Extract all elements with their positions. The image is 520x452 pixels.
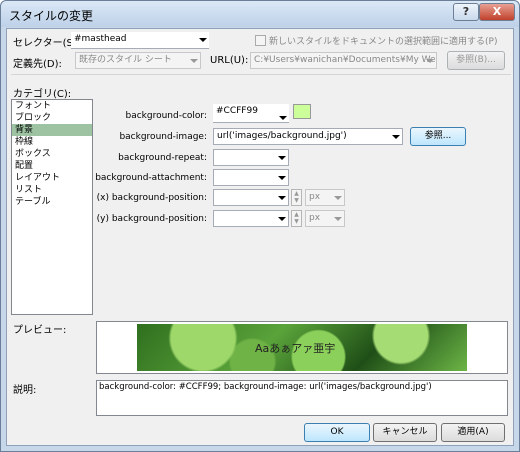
- chevron-down-icon: [278, 217, 286, 221]
- cancel-button[interactable]: キャンセル: [373, 423, 437, 442]
- preview-sample-text: Aaあぁアァ亜宇: [255, 342, 336, 355]
- divider: [11, 74, 511, 75]
- window-title: スタイルの変更: [9, 9, 94, 23]
- spin-up-icon[interactable]: ▲: [292, 211, 301, 218]
- chevron-down-icon: [334, 217, 342, 221]
- chevron-down-icon: [279, 116, 287, 120]
- url-browse-button[interactable]: 参照(B)...: [447, 51, 505, 70]
- chevron-down-icon: [392, 135, 400, 139]
- bg-image-value: url('images/background.jpg'): [217, 131, 347, 141]
- bg-color-value: #CCFF99: [216, 106, 258, 116]
- bg-image-browse-button[interactable]: 参照...: [410, 127, 466, 146]
- bg-attachment-label: background-attachment:: [95, 173, 207, 183]
- bg-image-label: background-image:: [119, 132, 207, 142]
- category-label: カテゴリ(C):: [13, 89, 72, 100]
- bg-pos-y-unit: px: [309, 213, 321, 223]
- bg-pos-y-unit-combo[interactable]: px: [305, 210, 345, 227]
- title-bar: スタイルの変更 ? X: [1, 1, 519, 27]
- bg-pos-x-spinner[interactable]: ▲ ▼: [291, 189, 302, 206]
- apply-button[interactable]: 適用(A): [441, 423, 505, 442]
- bg-pos-x-unit-combo[interactable]: px: [305, 189, 345, 206]
- bg-pos-x-label: (x) background-position:: [96, 193, 207, 203]
- description-label: 説明:: [13, 385, 37, 396]
- bg-pos-x-unit: px: [309, 192, 321, 202]
- define-in-value: 既存のスタイル シート: [79, 55, 172, 65]
- bg-color-label: background-color:: [125, 111, 207, 121]
- bg-attachment-combo[interactable]: [213, 169, 289, 186]
- dialog-window: スタイルの変更 ? X セレクター(S): #masthead 新しいスタイルを…: [0, 0, 520, 452]
- selector-combo[interactable]: #masthead: [71, 32, 209, 49]
- bg-repeat-label: background-repeat:: [118, 153, 207, 163]
- bg-repeat-combo[interactable]: [213, 149, 289, 166]
- selector-value: #masthead: [74, 34, 127, 44]
- bg-pos-x-combo[interactable]: [213, 189, 289, 206]
- spin-down-icon[interactable]: ▼: [292, 218, 301, 225]
- spin-up-icon[interactable]: ▲: [292, 190, 301, 197]
- bg-pos-y-spinner[interactable]: ▲ ▼: [291, 210, 302, 227]
- url-value: C:¥Users¥wanichan¥Documents¥My We: [254, 55, 436, 65]
- url-combo[interactable]: C:¥Users¥wanichan¥Documents¥My We: [250, 52, 437, 69]
- chevron-down-icon: [278, 156, 286, 160]
- bg-color-swatch[interactable]: [293, 104, 311, 119]
- chevron-down-icon: [278, 176, 286, 180]
- dialog-body: セレクター(S): #masthead 新しいスタイルをドキュメントの選択範囲に…: [6, 28, 514, 446]
- spin-down-icon[interactable]: ▼: [292, 197, 301, 204]
- url-label: URL(U):: [210, 55, 249, 66]
- chevron-down-icon: [190, 59, 198, 63]
- apply-checkbox-label: 新しいスタイルをドキュメントの選択範囲に適用する(P): [269, 37, 498, 47]
- chevron-down-icon: [334, 196, 342, 200]
- preview-box: Aaあぁアァ亜宇: [96, 321, 508, 374]
- ok-button[interactable]: OK: [304, 423, 370, 442]
- bg-color-combo[interactable]: #CCFF99: [213, 104, 289, 123]
- chevron-down-icon: [199, 38, 207, 42]
- chevron-down-icon: [278, 196, 286, 200]
- close-icon[interactable]: X: [479, 3, 515, 21]
- description-box: background-color: #CCFF99; background-im…: [96, 380, 508, 416]
- chevron-down-icon: [426, 59, 434, 63]
- define-in-label: 定義先(D):: [13, 59, 62, 70]
- preview-label: プレビュー:: [13, 325, 67, 336]
- bg-image-combo[interactable]: url('images/background.jpg'): [213, 128, 403, 145]
- help-icon[interactable]: ?: [453, 3, 479, 21]
- apply-checkbox[interactable]: [255, 35, 266, 46]
- bg-pos-y-combo[interactable]: [213, 210, 289, 227]
- define-in-combo[interactable]: 既存のスタイル シート: [75, 52, 201, 69]
- bg-pos-y-label: (y) background-position:: [96, 214, 207, 224]
